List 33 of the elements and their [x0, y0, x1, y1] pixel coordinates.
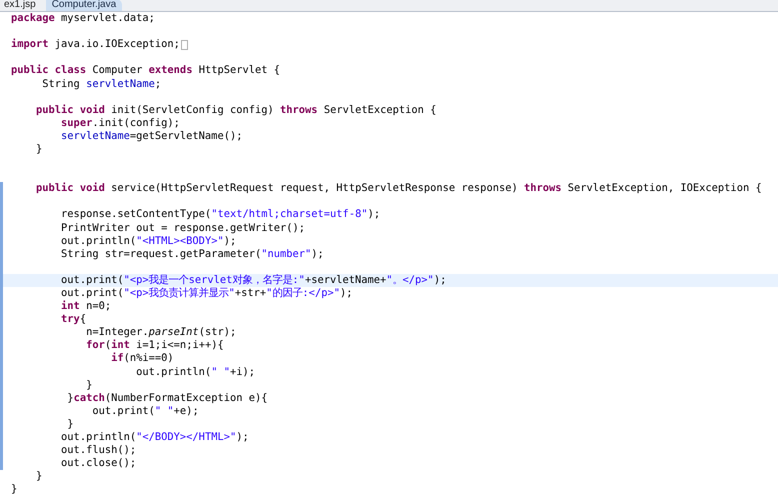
editor-tab[interactable]: Computer.java [46, 0, 122, 11]
code-line: int n=0; [60, 300, 112, 314]
code-line: servletName=getServletName(); [60, 130, 242, 143]
code-line: public void service(HttpServletRequest request, HttpServletResponse response) throws ServletException, IOException { [35, 182, 762, 196]
code-line: } [11, 483, 18, 496]
code-line: out.println("</BODY></HTML>"); [60, 431, 249, 444]
code-line: String servletName; [41, 78, 162, 91]
code-line: for(int i=1;i<=n;i++){ [85, 339, 224, 352]
code-line: public void init(ServletConfig config) throws ServletException { [35, 104, 436, 117]
folded-code-icon[interactable] [180, 40, 188, 50]
code-line: out.close(); [60, 457, 136, 470]
code-line: out.println(" "+i); [135, 366, 255, 379]
code-line: } [35, 142, 42, 156]
code-line: out.println("<HTML><BODY>"); [60, 234, 236, 248]
code-line: try{ [60, 313, 86, 326]
code-line: package myservlet.data; [11, 12, 155, 26]
code-line: public class Computer extends HttpServlet { [11, 64, 280, 78]
code-line: out.flush(); [60, 444, 136, 458]
code-line: } [66, 418, 74, 431]
code-line: String str=request.getParameter("number"); [60, 248, 324, 261]
code-line: out.print("<p>我是一个servlet对象，名字是:"+servletName+"。</p>"); [60, 274, 446, 287]
code-line: if(n%i==0) [110, 352, 174, 366]
code-line: response.setContentType("text/html;charset=utf-8"); [60, 208, 380, 222]
code-line: out.print("<p>我负责计算并显示"+str+"的因子:</p>"); [60, 287, 352, 300]
code-line: } [35, 470, 42, 484]
code-line: } [85, 378, 92, 392]
code-line: super.init(config); [60, 116, 180, 130]
code-line: out.print(" "+e); [91, 404, 199, 418]
code-line: }catch(NumberFormatException e){ [66, 392, 268, 405]
editor-tab[interactable]: ex1.jsp [0, 0, 40, 11]
code-line: import java.io.IOException; [11, 38, 180, 52]
code-line: n=Integer.parseInt(str); [85, 326, 236, 340]
code-line: PrintWriter out = response.getWriter(); [60, 222, 306, 235]
